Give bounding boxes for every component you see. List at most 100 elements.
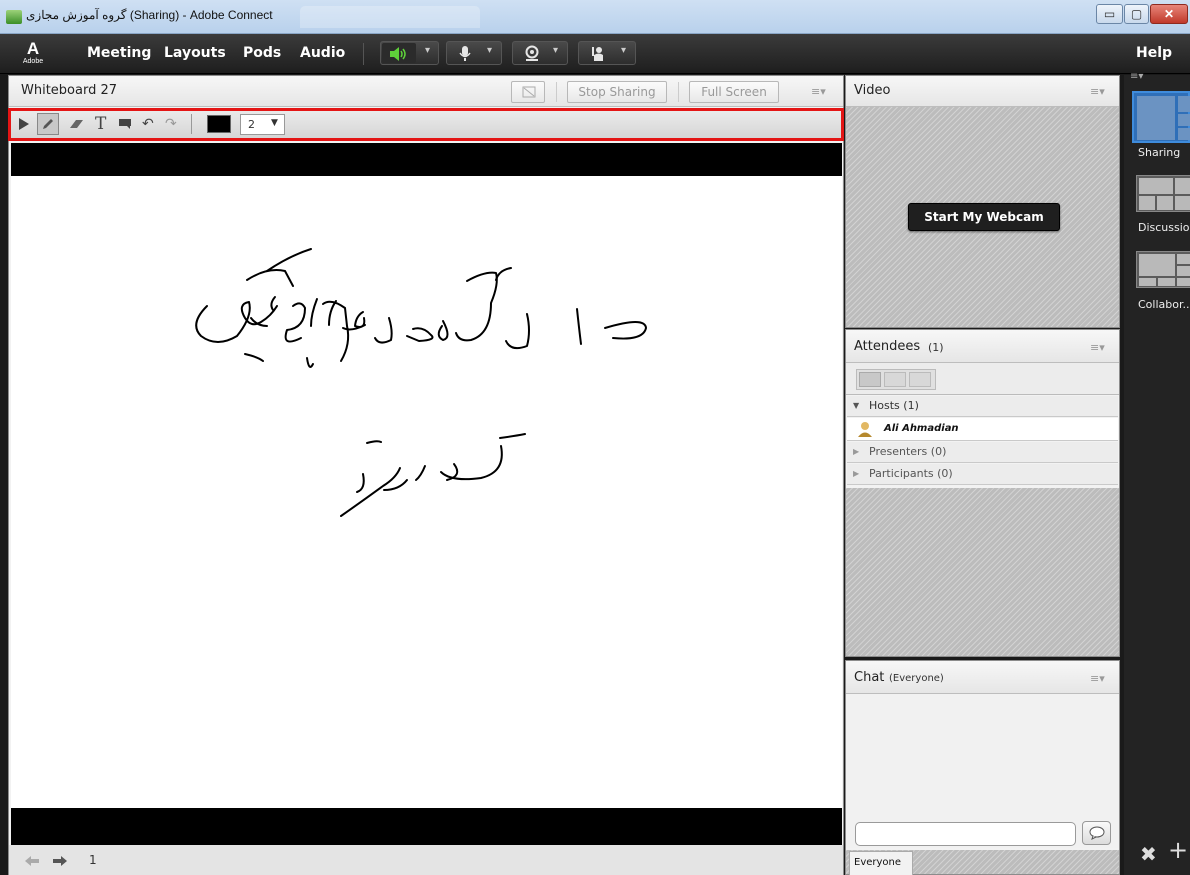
layout-cell [1158, 278, 1175, 286]
triangle-down-icon: ▼ [853, 401, 860, 410]
layout-label-sharing: Sharing [1138, 146, 1181, 159]
menu-divider [363, 43, 364, 65]
pod-options-icon[interactable]: ≡▾ [1090, 672, 1105, 685]
participants-group[interactable]: ▶ Participants (0) [847, 464, 1118, 485]
whiteboard-top-bar [11, 143, 842, 176]
webcam-toggle[interactable]: ▾ [512, 41, 568, 65]
chat-input[interactable] [855, 822, 1076, 846]
toolbar-divider [191, 114, 192, 134]
chevron-down-icon[interactable]: ▾ [425, 45, 430, 56]
menu-help[interactable]: Help [1136, 45, 1172, 61]
stop-sharing-button[interactable]: Stop Sharing [567, 81, 667, 103]
layout-thumb-sharing [1132, 91, 1190, 143]
presenters-group[interactable]: ▶ Presenters (0) [847, 442, 1118, 463]
layout-cell [1177, 254, 1190, 264]
full-screen-button[interactable]: Full Screen [689, 81, 779, 103]
menu-pods[interactable]: Pods [243, 45, 281, 61]
menu-audio[interactable]: Audio [300, 45, 345, 61]
attendees-empty-area [846, 488, 1119, 656]
microphone-toggle[interactable]: ▾ [446, 41, 502, 65]
whiteboard-footer: 1 [9, 845, 843, 875]
redo-icon[interactable]: ↷ [165, 114, 177, 134]
layout-cell [1139, 178, 1173, 194]
hosts-label: Hosts (1) [869, 399, 919, 412]
arrow-right-icon[interactable] [52, 855, 68, 867]
whiteboard-canvas[interactable] [11, 176, 842, 808]
video-title: Video [854, 83, 891, 98]
arrow-left-icon[interactable] [24, 855, 40, 867]
undo-icon[interactable]: ↶ [142, 114, 154, 134]
layout-item-discussion[interactable]: Discussion [1127, 175, 1190, 239]
send-message-button[interactable] [1082, 821, 1111, 845]
whiteboard-title: Whiteboard 27 [21, 83, 118, 98]
chevron-down-icon[interactable]: ▾ [621, 45, 626, 56]
layout-thumb-collaboration [1136, 251, 1190, 288]
participants-label: Participants (0) [869, 467, 953, 480]
menu-meeting[interactable]: Meeting [87, 45, 151, 61]
chat-tab-everyone[interactable]: Everyone [849, 851, 913, 875]
chat-title: Chat [854, 670, 885, 685]
layout-cell [1157, 196, 1173, 210]
whiteboard-bottom-bar [11, 808, 842, 845]
attendee-row[interactable]: Ali Ahmadian [847, 418, 1118, 441]
hosts-group[interactable]: ▼ Hosts (1) [847, 396, 1118, 417]
shape-icon[interactable] [118, 118, 132, 130]
pod-options-icon[interactable]: ≡▾ [811, 85, 826, 98]
minimize-button[interactable]: ▭ [1096, 4, 1123, 24]
pencil-tool-button[interactable] [37, 113, 59, 135]
layout-cell [1177, 278, 1190, 286]
list-view-icon[interactable] [859, 372, 881, 387]
whiteboard-header: Whiteboard 27 Stop Sharing Full Screen ≡… [9, 76, 843, 107]
chevron-down-icon[interactable]: ▾ [487, 45, 492, 56]
layout-item-collaboration[interactable]: Collabor... [1127, 251, 1190, 315]
page-number: 1 [89, 853, 97, 867]
background-tab [300, 6, 480, 28]
app-icon [6, 10, 22, 24]
add-layout-icon[interactable]: + [1168, 838, 1188, 862]
attendee-status-icon[interactable] [909, 372, 931, 387]
host-avatar-icon [858, 422, 872, 437]
expand-view-icon[interactable] [884, 372, 906, 387]
sync-button[interactable] [511, 81, 545, 103]
stroke-size-value: 2 [248, 118, 255, 131]
presenters-label: Presenters (0) [869, 445, 947, 458]
layout-cell [1139, 254, 1175, 276]
maximize-button[interactable]: ▢ [1124, 4, 1149, 24]
adobe-logo: A Adobe [22, 40, 44, 70]
layout-cell [1177, 266, 1190, 276]
window-title-bar: گروه آموزش مجازی (Sharing) - Adobe Conne… [0, 0, 1190, 34]
start-webcam-button[interactable]: Start My Webcam [908, 203, 1060, 231]
close-button[interactable]: ✕ [1150, 4, 1188, 24]
chevron-down-icon[interactable]: ▾ [553, 45, 558, 56]
video-pod: Video ≡▾ [845, 75, 1120, 328]
attendees-title: Attendees [854, 339, 921, 354]
tools-icon[interactable]: ✖ [1140, 842, 1157, 866]
eraser-icon[interactable] [69, 117, 85, 131]
layout-thumb-discussion [1136, 175, 1190, 212]
handwriting-drawing [195, 248, 647, 517]
select-icon[interactable] [18, 117, 30, 131]
adobe-logo-mark: A [26, 39, 40, 58]
adobe-logo-text: Adobe [22, 58, 44, 65]
status-toggle[interactable]: ▾ [578, 41, 636, 65]
attendees-view-bar [846, 363, 1119, 395]
layout-cell [1175, 178, 1190, 194]
speech-bubble-icon [1089, 826, 1105, 840]
text-icon[interactable]: T [95, 114, 106, 134]
layout-label-discussion: Discussion [1138, 221, 1190, 234]
pod-options-icon[interactable]: ≡▾ [1090, 85, 1105, 98]
color-picker[interactable] [207, 115, 231, 133]
webcam-icon [525, 45, 539, 61]
stroke-size-select[interactable]: 2 ▼ [240, 114, 285, 135]
attendees-count: (1) [928, 341, 944, 354]
layouts-menu-icon[interactable]: ≡▾ [1130, 71, 1143, 82]
pod-options-icon[interactable]: ≡▾ [1090, 341, 1105, 354]
header-divider [556, 82, 557, 102]
video-header: Video ≡▾ [846, 76, 1119, 107]
attendees-header: Attendees (1) ≡▾ [846, 330, 1119, 363]
menu-layouts[interactable]: Layouts [164, 45, 226, 61]
layout-item-sharing[interactable]: Sharing [1127, 91, 1190, 163]
header-divider [678, 82, 679, 102]
speaker-toggle[interactable]: ▾ [380, 41, 439, 65]
microphone-icon [459, 46, 471, 61]
